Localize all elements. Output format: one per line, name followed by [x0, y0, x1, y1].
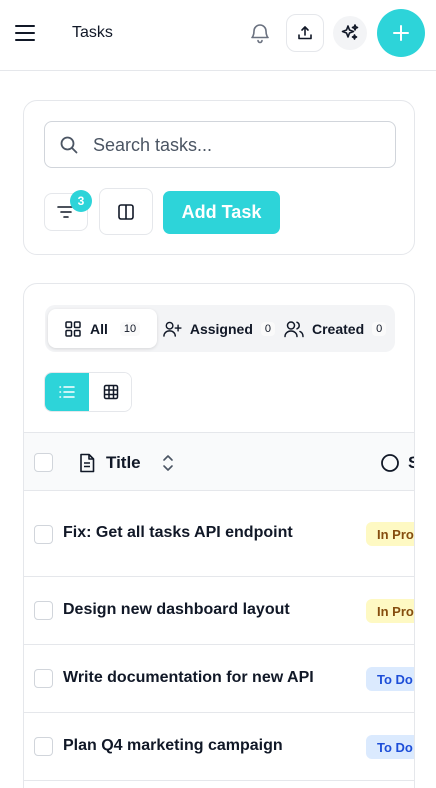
- table-row[interactable]: Write documentation for new API To Do: [24, 645, 414, 713]
- task-title[interactable]: Write documentation for new API: [63, 669, 314, 687]
- table-header: Title S: [24, 432, 414, 491]
- row-checkbox[interactable]: [34, 525, 53, 544]
- menu-button[interactable]: [14, 22, 36, 44]
- app-header: Tasks: [0, 0, 436, 71]
- task-title[interactable]: Plan Q4 marketing campaign: [63, 737, 283, 755]
- tab-all[interactable]: All 10: [48, 309, 157, 348]
- table-row[interactable]: Fix: Get all tasks API endpoint In Pro: [24, 491, 414, 577]
- row-checkbox[interactable]: [34, 737, 53, 756]
- list-view-button[interactable]: [45, 373, 89, 411]
- notifications-button[interactable]: [248, 21, 272, 45]
- add-task-button[interactable]: Add Task: [163, 191, 280, 234]
- search-icon: [60, 136, 78, 154]
- bell-icon: [251, 24, 269, 44]
- status-badge: To Do: [366, 735, 414, 759]
- user-plus-icon: [163, 321, 182, 337]
- grid-icon: [65, 320, 81, 337]
- search-panel: 3 Add Task: [23, 100, 415, 255]
- column-header-status[interactable]: S: [408, 453, 414, 473]
- page-title: Tasks: [72, 24, 113, 41]
- export-button[interactable]: [286, 14, 324, 52]
- view-toggle: [44, 372, 132, 412]
- tasks-panel: All 10 Assigned 0 Created 0 Title Fix: G…: [23, 283, 415, 788]
- columns-icon: [118, 203, 134, 220]
- search-box[interactable]: [44, 121, 396, 168]
- tab-label: All: [90, 320, 108, 337]
- status-badge: In Pro: [366, 599, 414, 623]
- users-icon: [284, 320, 304, 337]
- sort-icon[interactable]: [160, 453, 176, 473]
- task-tabs: All 10 Assigned 0 Created 0: [45, 305, 395, 352]
- plus-icon: [393, 25, 409, 41]
- tab-count: 10: [119, 321, 141, 336]
- filter-count-badge: 3: [70, 190, 92, 212]
- menu-icon: [15, 25, 35, 41]
- tab-label: Assigned: [189, 320, 253, 337]
- row-checkbox[interactable]: [34, 601, 53, 620]
- search-input[interactable]: [93, 130, 383, 160]
- upload-icon: [298, 26, 312, 40]
- tab-count: 0: [260, 321, 275, 336]
- create-task-button[interactable]: [377, 9, 425, 57]
- column-header-title[interactable]: Title: [106, 453, 141, 473]
- tab-count: 0: [372, 321, 387, 336]
- columns-toggle-button[interactable]: [99, 188, 153, 235]
- table-icon: [103, 384, 119, 400]
- task-title[interactable]: Fix: Get all tasks API endpoint: [63, 524, 293, 542]
- tab-assigned[interactable]: Assigned 0: [159, 309, 275, 348]
- ai-assistant-button[interactable]: [333, 16, 367, 50]
- status-badge: To Do: [366, 667, 414, 691]
- table-view-button[interactable]: [89, 373, 131, 411]
- status-badge: In Pro: [366, 522, 414, 546]
- sparkles-icon: [341, 24, 359, 40]
- tab-label: Created: [312, 320, 365, 337]
- task-title[interactable]: Design new dashboard layout: [63, 601, 290, 619]
- table-row[interactable]: Plan Q4 marketing campaign To Do: [24, 713, 414, 781]
- circle-icon: [381, 454, 399, 472]
- list-icon: [59, 386, 75, 398]
- document-icon: [80, 453, 95, 473]
- select-all-checkbox[interactable]: [34, 453, 53, 472]
- table-row[interactable]: Design new dashboard layout In Pro: [24, 577, 414, 645]
- row-checkbox[interactable]: [34, 669, 53, 688]
- tab-created[interactable]: Created 0: [280, 309, 390, 348]
